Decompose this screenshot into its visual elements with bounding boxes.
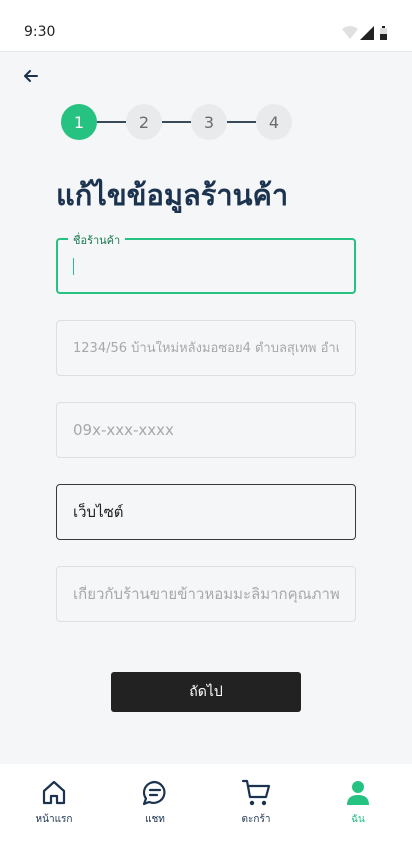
bottom-nav: หน้าแรก แชท ตะกร้า ฉัน (0, 764, 412, 844)
nav-item-cart[interactable]: ตะกร้า (216, 778, 296, 838)
status-bar: 9:30 (0, 0, 412, 52)
shop-name-input[interactable] (74, 257, 338, 275)
page-title: แก้ไขข้อมูลร้านค้า (56, 178, 289, 212)
phone-field[interactable] (56, 402, 356, 458)
status-time: 9:30 (24, 24, 56, 40)
description-input[interactable] (73, 585, 339, 603)
nav-item-chat[interactable]: แชท (115, 778, 195, 838)
nav-label-profile: ฉัน (351, 814, 365, 825)
address-input[interactable] (73, 340, 339, 356)
phone-input[interactable] (73, 421, 339, 439)
next-button[interactable]: ถัดไป (111, 672, 301, 712)
nav-label-cart: ตะกร้า (241, 814, 271, 825)
website-field[interactable] (56, 484, 356, 540)
shop-name-field[interactable]: ชื่อร้านค้า (56, 231, 356, 294)
shop-name-label: ชื่อร้านค้า (68, 231, 126, 249)
signal-icon (360, 26, 374, 40)
chat-icon (140, 778, 170, 808)
nav-item-home[interactable]: หน้าแรก (14, 778, 94, 838)
wifi-icon (342, 26, 358, 39)
step-2: 2 (126, 104, 162, 140)
step-connector (227, 121, 256, 123)
back-button[interactable] (20, 66, 42, 86)
cart-icon (241, 778, 271, 808)
description-field[interactable] (56, 566, 356, 622)
home-icon (39, 778, 69, 808)
profile-icon (343, 778, 373, 808)
arrow-left-icon (24, 70, 38, 82)
step-1: 1 (61, 104, 97, 140)
address-field[interactable] (56, 320, 356, 376)
text-caret (73, 258, 74, 275)
status-icons (342, 26, 387, 40)
step-connector (162, 121, 191, 123)
step-4: 4 (256, 104, 292, 140)
website-input[interactable] (73, 503, 339, 521)
nav-label-chat: แชท (145, 814, 165, 825)
nav-item-profile[interactable]: ฉัน (318, 778, 398, 838)
nav-label-home: หน้าแรก (35, 814, 73, 825)
stepper: 1 2 3 4 (61, 104, 292, 140)
step-connector (97, 121, 126, 123)
step-3: 3 (191, 104, 227, 140)
